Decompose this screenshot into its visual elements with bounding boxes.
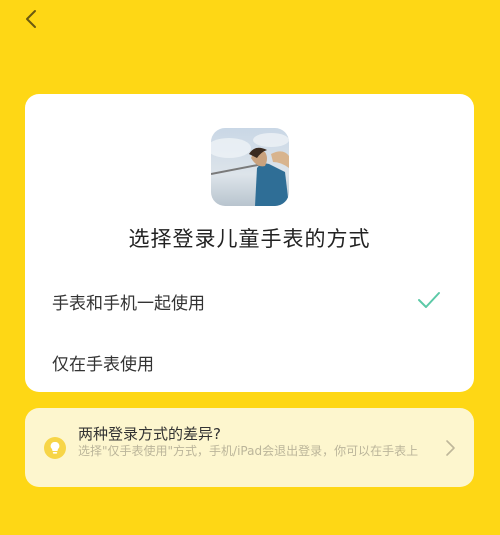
login-mode-card: 选择登录儿童手表的方式 手表和手机一起使用 仅在手表使用 — [25, 94, 474, 392]
option-watch-and-phone[interactable]: 手表和手机一起使用 — [25, 280, 474, 320]
chevron-left-icon — [26, 10, 36, 28]
option-watch-only[interactable]: 仅在手表使用 — [25, 341, 474, 381]
option-label: 手表和手机一起使用 — [52, 294, 205, 314]
chevron-right-icon — [446, 440, 455, 456]
page-title: 选择登录儿童手表的方式 — [128, 227, 371, 251]
lightbulb-icon — [44, 437, 66, 459]
option-label: 仅在手表使用 — [52, 355, 154, 375]
info-title: 两种登录方式的差异? — [78, 425, 221, 443]
login-difference-info[interactable]: 两种登录方式的差异? 选择"仅手表使用"方式，手机/iPad会退出登录，你可以在… — [25, 408, 474, 487]
avatar — [211, 128, 289, 206]
check-icon — [418, 292, 440, 308]
back-button[interactable] — [18, 6, 44, 32]
info-description: 选择"仅手表使用"方式，手机/iPad会退出登录，你可以在手表上 — [78, 444, 419, 458]
